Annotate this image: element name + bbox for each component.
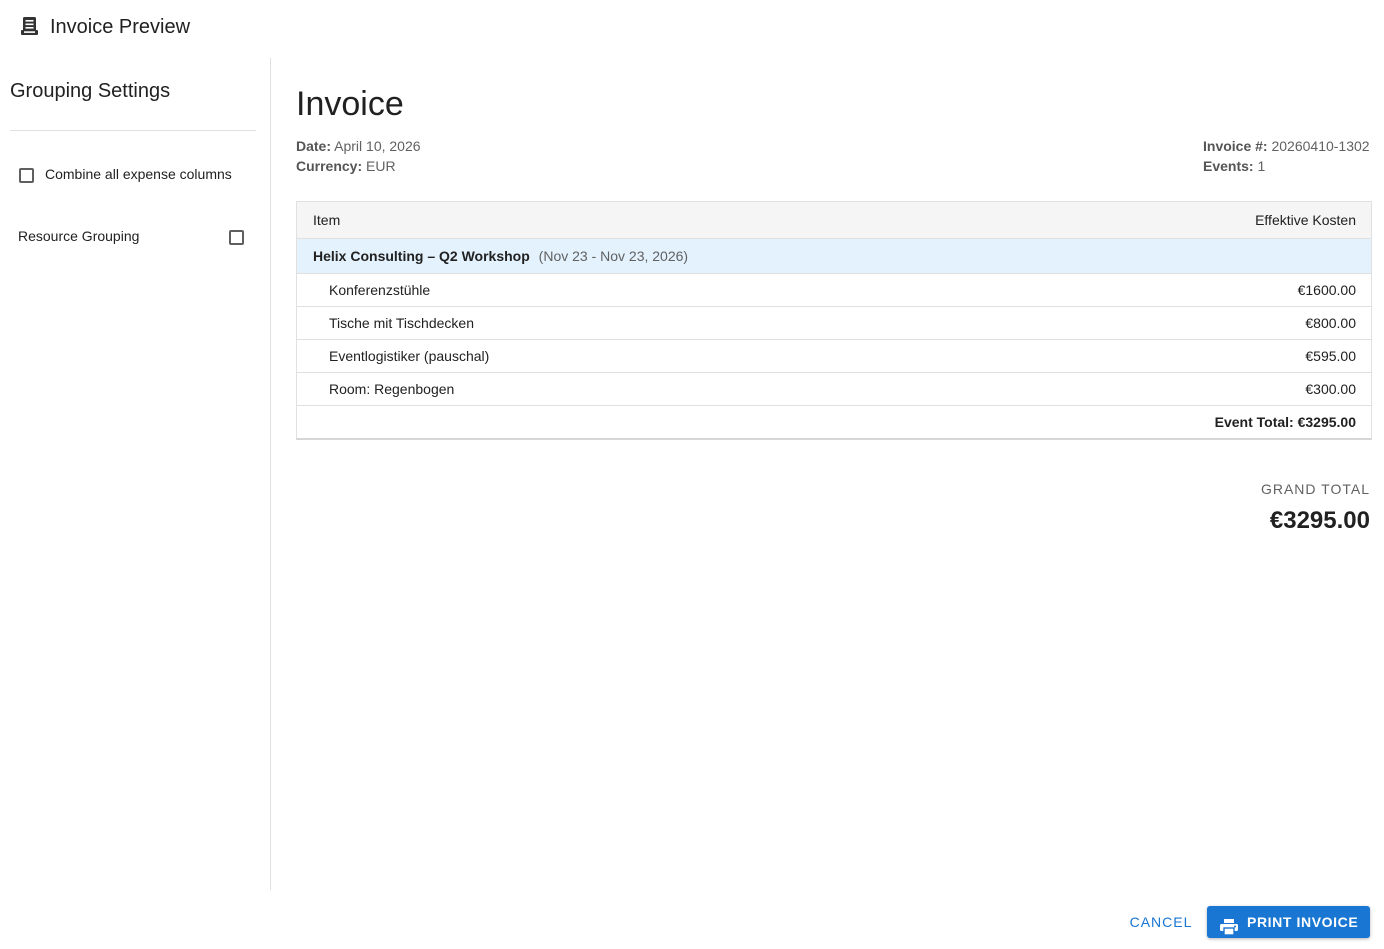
- event-dates: (Nov 23 - Nov 23, 2026): [538, 248, 689, 264]
- combine-expense-columns-label[interactable]: Combine all expense columns: [45, 165, 232, 183]
- printer-icon: [1220, 914, 1238, 936]
- invoice-events: Events: 1: [1203, 156, 1265, 176]
- invoice-number-label: Invoice #:: [1203, 138, 1268, 154]
- invoice-currency: Currency: EUR: [296, 156, 396, 176]
- print-invoice-label: PRINT INVOICE: [1247, 914, 1359, 930]
- grand-total-label: GRAND TOTAL: [1260, 481, 1370, 497]
- cancel-button[interactable]: CANCEL: [1122, 906, 1200, 938]
- table-header-row: Item Effektive Kosten: [297, 202, 1371, 239]
- date-value: April 10, 2026: [334, 138, 421, 154]
- table-row: Tische mit Tischdecken €800.00: [297, 307, 1371, 340]
- row-item: Eventlogistiker (pauschal): [329, 348, 490, 364]
- table-row: Room: Regenbogen €300.00: [297, 373, 1371, 406]
- resource-grouping-checkbox[interactable]: [229, 230, 244, 245]
- grouping-settings-panel: Grouping Settings Combine all expense co…: [0, 58, 271, 890]
- column-header-cost: Effektive Kosten: [1255, 212, 1356, 228]
- row-cost: €1600.00: [1297, 282, 1356, 298]
- dialog-titlebar: Invoice Preview: [0, 0, 1384, 56]
- currency-label: Currency:: [296, 158, 363, 174]
- invoice-number: Invoice #: 20260410-1302: [1203, 136, 1370, 156]
- table-row: Konferenzstühle €1600.00: [297, 274, 1371, 307]
- invoice-title: Invoice: [296, 85, 404, 123]
- combine-expense-columns-checkbox[interactable]: [19, 168, 34, 183]
- row-item: Konferenzstühle: [329, 282, 431, 298]
- events-label: Events:: [1203, 158, 1254, 174]
- table-row: Eventlogistiker (pauschal) €595.00: [297, 340, 1371, 373]
- grand-total-value: €3295.00: [1269, 507, 1370, 534]
- row-cost: €595.00: [1305, 348, 1356, 364]
- event-total-row: Event Total: €3295.00: [297, 406, 1371, 439]
- event-group-row: Helix Consulting – Q2 Workshop (Nov 23 -…: [297, 239, 1371, 274]
- invoice-table: Item Effektive Kosten Helix Consulting –…: [296, 201, 1372, 440]
- events-value: 1: [1257, 158, 1266, 174]
- receipt-icon: [21, 16, 39, 36]
- event-total: Event Total: €3295.00: [1214, 414, 1356, 430]
- row-item: Room: Regenbogen: [329, 381, 455, 397]
- row-cost: €300.00: [1305, 381, 1356, 397]
- resource-grouping-label[interactable]: Resource Grouping: [18, 227, 139, 245]
- row-item: Tische mit Tischdecken: [329, 315, 474, 331]
- event-name: Helix Consulting – Q2 Workshop: [313, 248, 530, 264]
- dialog-title: Invoice Preview: [50, 16, 191, 38]
- row-cost: €800.00: [1305, 315, 1356, 331]
- sidebar-title: Grouping Settings: [10, 80, 171, 102]
- column-header-item: Item: [313, 212, 341, 228]
- sidebar-divider: [10, 130, 256, 131]
- print-invoice-button[interactable]: PRINT INVOICE: [1207, 906, 1370, 938]
- date-label: Date:: [296, 138, 332, 154]
- invoice-date: Date: April 10, 2026: [296, 136, 421, 156]
- invoice-number-value: 20260410-1302: [1271, 138, 1370, 154]
- currency-value: EUR: [366, 158, 396, 174]
